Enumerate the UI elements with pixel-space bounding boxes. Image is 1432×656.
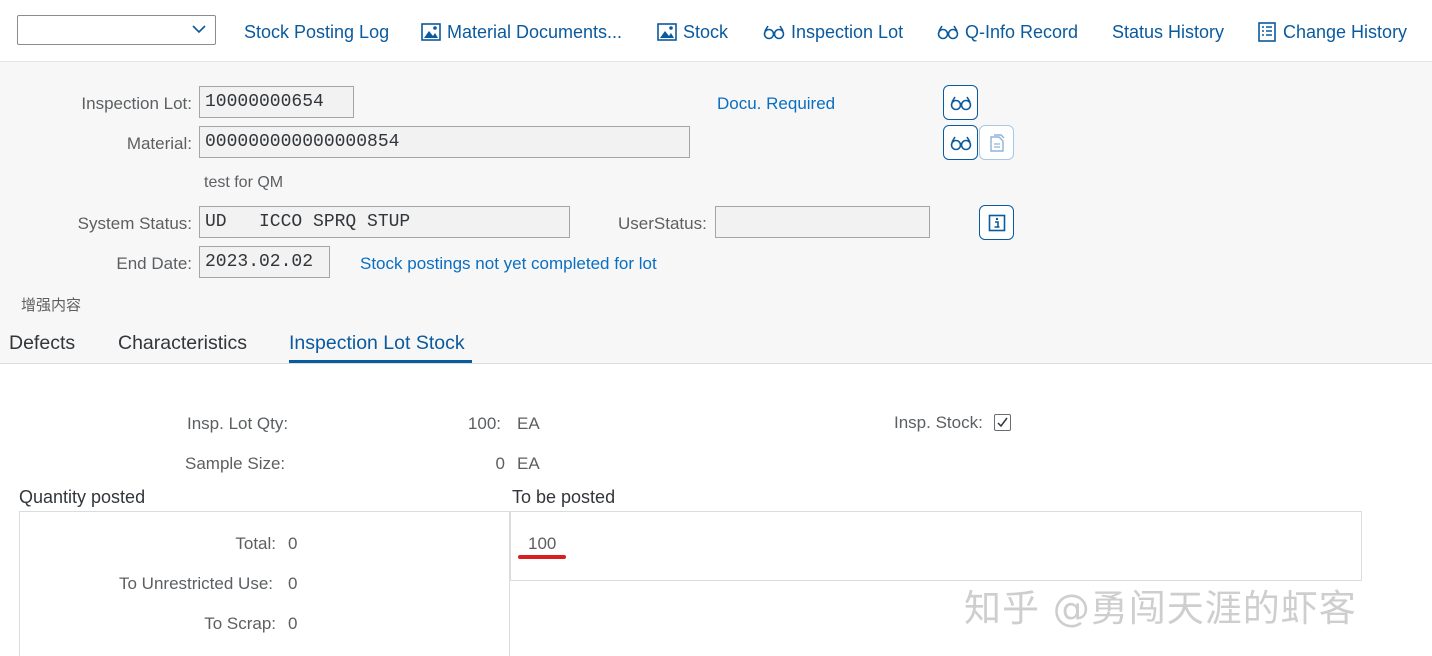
stock-posting-log-button[interactable]: Stock Posting Log: [244, 20, 389, 44]
to-be-posted-panel: [510, 511, 1362, 581]
scrap-value: 0: [288, 614, 298, 633]
stock-postings-note: Stock postings not yet completed for lot: [360, 254, 657, 273]
checkmark-icon: [997, 417, 1008, 428]
stock-posting-log-label: Stock Posting Log: [244, 21, 390, 42]
watermark: 知乎 @勇闯天涯的虾客: [964, 587, 1357, 630]
material-document-button[interactable]: [979, 125, 1014, 160]
insp-lot-qty-label: Insp. Lot Qty:: [187, 414, 289, 433]
stock-label: Stock: [683, 21, 729, 42]
display-material-button[interactable]: [943, 125, 978, 160]
q-info-record-label: Q-Info Record: [965, 21, 1079, 42]
end-date-label: End Date:: [116, 254, 192, 273]
toolbar: Stock Posting Log Material Documents... …: [0, 0, 1432, 62]
insp-stock-checkbox[interactable]: [994, 414, 1011, 431]
change-history-label: Change History: [1283, 21, 1408, 42]
tab-characteristics[interactable]: Characteristics: [118, 332, 247, 355]
inspection-lot-label: Inspection Lot: [791, 21, 904, 42]
variant-dropdown[interactable]: [17, 15, 216, 45]
sample-size-label: Sample Size:: [185, 454, 286, 473]
material-documents-label: Material Documents...: [447, 21, 623, 42]
total-value: 0: [288, 534, 298, 553]
sample-size-unit: EA: [517, 454, 540, 473]
total-label: Total:: [235, 534, 276, 553]
enhancement-label: 增强内容: [21, 296, 82, 314]
material-label: Material:: [126, 134, 192, 153]
to-be-posted-value: 100: [528, 534, 557, 553]
glasses-icon: [950, 136, 971, 150]
document-list-icon: [1258, 22, 1276, 42]
insp-stock-label: Insp. Stock:: [894, 413, 983, 432]
to-be-posted-title: To be posted: [512, 487, 616, 507]
q-info-record-button[interactable]: Q-Info Record: [937, 20, 1078, 44]
status-history-button[interactable]: Status History: [1112, 20, 1224, 44]
document-icon: [989, 133, 1004, 152]
info-icon: [988, 214, 1005, 231]
inspection-lot-field[interactable]: 10000000654: [199, 86, 354, 118]
tab-defects[interactable]: Defects: [9, 332, 75, 355]
unrestricted-use-label: To Unrestricted Use:: [119, 574, 273, 593]
docu-required-link[interactable]: Docu. Required: [717, 94, 835, 114]
material-description: test for QM: [204, 174, 284, 191]
status-history-label: Status History: [1112, 21, 1225, 42]
glasses-icon: [763, 25, 785, 40]
insp-lot-qty-value: 100:: [467, 414, 501, 433]
glasses-icon: [950, 96, 971, 110]
change-history-button[interactable]: Change History: [1257, 20, 1407, 44]
user-status-field[interactable]: [715, 206, 930, 238]
inspection-lot-button[interactable]: Inspection Lot: [763, 20, 903, 44]
end-date-field[interactable]: 2023.02.02: [199, 246, 330, 278]
tab-strip: Defects Characteristics Inspection Lot S…: [0, 320, 1432, 364]
unrestricted-use-value: 0: [288, 574, 298, 593]
header-area: Inspection Lot: 10000000654 Docu. Requir…: [0, 62, 1432, 320]
active-tab-indicator: [289, 360, 472, 363]
scrap-label: To Scrap:: [204, 614, 276, 633]
status-info-button[interactable]: [979, 205, 1014, 240]
inspection-lot-label: Inspection Lot:: [81, 94, 192, 113]
sample-size-value: 0: [495, 454, 505, 473]
system-status-field[interactable]: UD ICCO SPRQ STUP: [199, 206, 570, 238]
insp-lot-qty-unit: EA: [517, 414, 540, 433]
red-annotation-underline: [518, 555, 566, 559]
tab-inspection-lot-stock[interactable]: Inspection Lot Stock: [289, 332, 465, 355]
material-field[interactable]: 000000000000000854: [199, 126, 690, 158]
quantity-posted-title: Quantity posted: [19, 487, 146, 507]
image-icon: [421, 23, 441, 41]
stock-button[interactable]: Stock: [657, 20, 728, 44]
image-icon: [657, 23, 677, 41]
glasses-icon: [937, 25, 959, 40]
chevron-down-icon: [192, 25, 206, 34]
user-status-label: UserStatus:: [618, 214, 707, 233]
system-status-label: System Status:: [77, 214, 192, 233]
material-documents-button[interactable]: Material Documents...: [421, 20, 622, 44]
display-inspection-lot-button[interactable]: [943, 85, 978, 120]
